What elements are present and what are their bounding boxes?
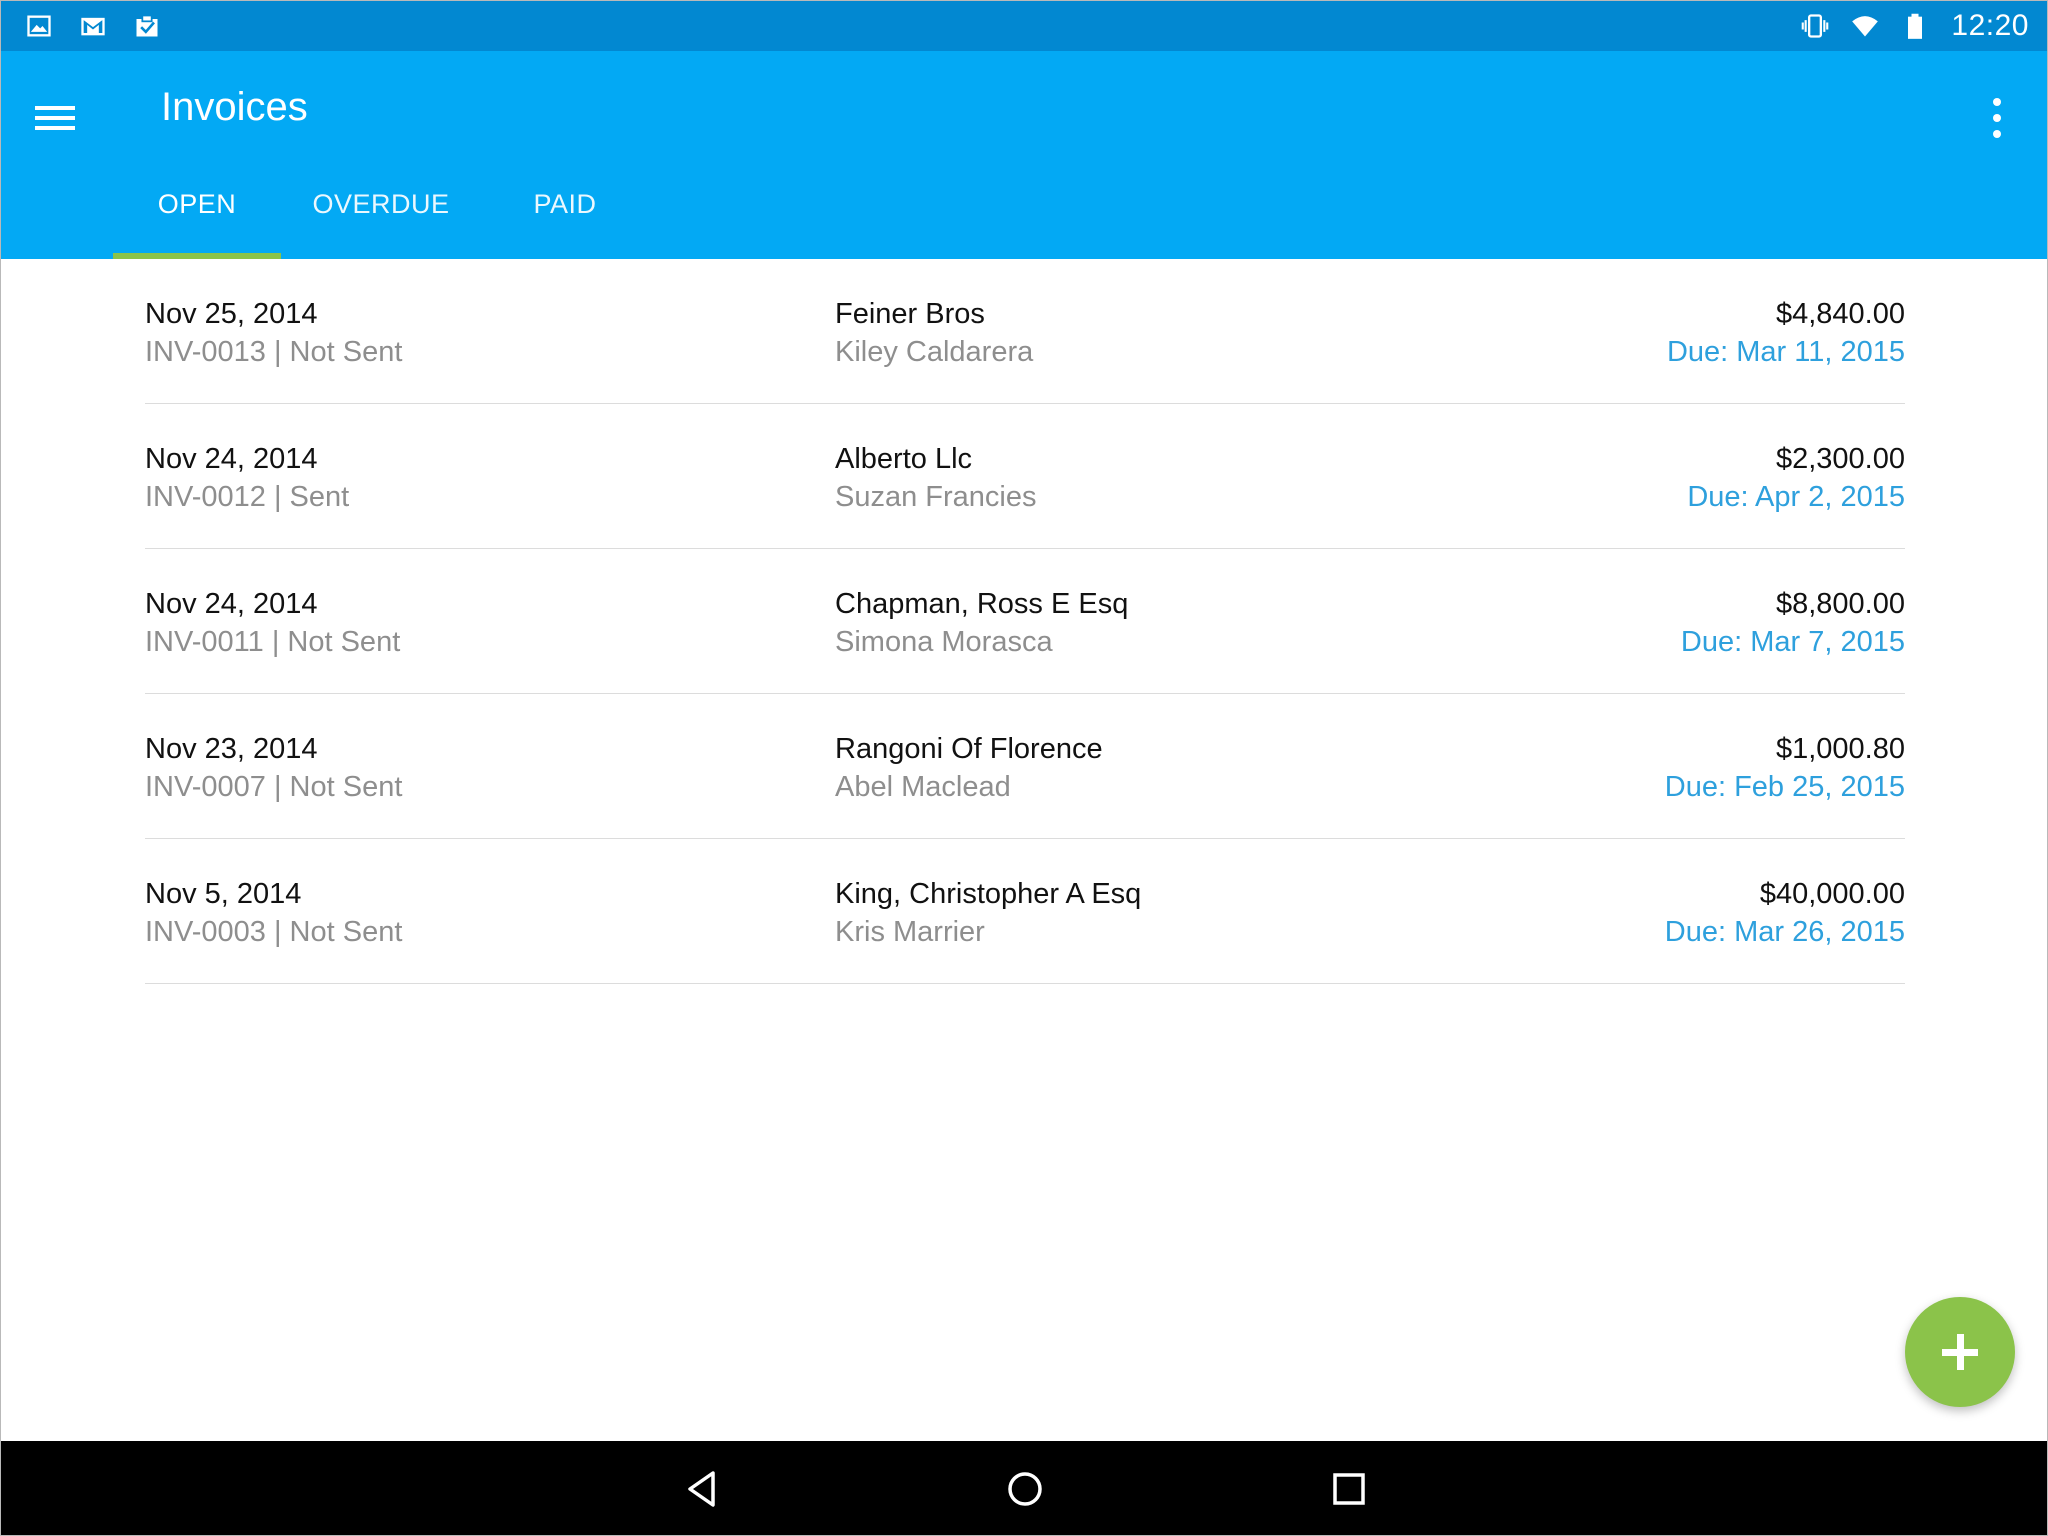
invoice-date: Nov 24, 2014 (145, 588, 318, 620)
invoice-due-date: Due: Mar 7, 2015 (1680, 626, 1905, 658)
tab-open[interactable]: OPEN (113, 149, 281, 259)
invoice-client-cell: Rangoni Of Florence Abel Maclead (835, 730, 1103, 806)
menu-button[interactable] (31, 93, 81, 143)
invoice-company: Rangoni Of Florence (835, 733, 1103, 765)
invoice-client-cell: Chapman, Ross E Esq Simona Morasca (835, 585, 1128, 661)
invoice-due-date: Due: Mar 26, 2015 (1664, 916, 1905, 948)
invoice-amount: $40,000.00 (1759, 878, 1905, 910)
invoice-company: Chapman, Ross E Esq (835, 588, 1129, 620)
invoice-number-status: INV-0003 | Not Sent (145, 916, 403, 948)
vibrate-icon (1802, 14, 1829, 38)
invoice-client-cell: Alberto Llc Suzan Francies (835, 440, 1037, 516)
invoice-date: Nov 25, 2014 (145, 298, 318, 330)
tab-paid[interactable]: PAID (481, 149, 649, 259)
clipboard-check-icon (136, 14, 158, 37)
invoice-date: Nov 24, 2014 (145, 443, 318, 475)
invoice-row[interactable]: Nov 24, 2014 INV-0011 | Not Sent Chapman… (145, 549, 1905, 694)
invoice-due-date: Due: Mar 11, 2015 (1666, 336, 1905, 368)
invoice-company: Alberto Llc (835, 443, 973, 475)
invoice-due-date: Due: Feb 25, 2015 (1664, 771, 1905, 803)
invoice-row[interactable]: Nov 25, 2014 INV-0013 | Not Sent Feiner … (145, 259, 1905, 404)
home-icon[interactable] (1000, 1464, 1050, 1514)
invoice-contact: Suzan Francies (835, 481, 1037, 513)
invoice-date-cell: Nov 24, 2014 INV-0012 | Sent (145, 440, 349, 516)
invoice-contact: Simona Morasca (835, 626, 1053, 658)
back-icon[interactable] (677, 1464, 727, 1514)
invoice-client-cell: King, Christopher A Esq Kris Marrier (835, 875, 1141, 951)
invoice-amount-cell: $1,000.80 Due: Feb 25, 2015 (1665, 730, 1905, 806)
invoice-amount-cell: $4,840.00 Due: Mar 11, 2015 (1667, 295, 1905, 371)
invoice-date-cell: Nov 23, 2014 INV-0007 | Not Sent (145, 730, 402, 806)
invoice-amount-cell: $8,800.00 Due: Mar 7, 2015 (1681, 585, 1905, 661)
invoice-client-cell: Feiner Bros Kiley Caldarera (835, 295, 1033, 371)
invoice-amount: $2,300.00 (1775, 443, 1905, 475)
recents-icon[interactable] (1324, 1464, 1374, 1514)
invoice-list: Nov 25, 2014 INV-0013 | Not Sent Feiner … (145, 259, 1905, 984)
add-invoice-button[interactable] (1905, 1297, 2015, 1407)
invoice-number-status: INV-0007 | Not Sent (145, 771, 403, 803)
overflow-menu-button[interactable] (1987, 93, 2007, 143)
notification-icons (1, 12, 161, 40)
page-title: Invoices (161, 85, 308, 129)
invoice-date-cell: Nov 25, 2014 INV-0013 | Not Sent (145, 295, 402, 371)
tab-bar: OPEN OVERDUE PAID (113, 149, 649, 259)
invoice-row[interactable]: Nov 24, 2014 INV-0012 | Sent Alberto Llc… (145, 404, 1905, 549)
hamburger-icon (35, 106, 75, 110)
invoice-date: Nov 5, 2014 (145, 878, 302, 910)
app-bar: Invoices OPEN OVERDUE PAID (1, 51, 2047, 259)
invoice-amount: $8,800.00 (1775, 588, 1905, 620)
app-frame: 12:20 Invoices OPEN OVERDUE PAID Nov 25,… (0, 0, 2048, 1536)
invoice-date-cell: Nov 24, 2014 INV-0011 | Not Sent (145, 585, 400, 661)
invoice-amount: $1,000.80 (1775, 733, 1905, 765)
invoice-row[interactable]: Nov 23, 2014 INV-0007 | Not Sent Rangoni… (145, 694, 1905, 839)
invoice-amount-cell: $40,000.00 Due: Mar 26, 2015 (1665, 875, 1905, 951)
invoice-date: Nov 23, 2014 (145, 733, 318, 765)
invoice-company: Feiner Bros (835, 298, 985, 330)
navigation-bar (1, 1441, 2047, 1535)
battery-icon (1908, 13, 1923, 39)
image-icon (27, 15, 51, 37)
invoice-row[interactable]: Nov 5, 2014 INV-0003 | Not Sent King, Ch… (145, 839, 1905, 984)
invoice-date-cell: Nov 5, 2014 INV-0003 | Not Sent (145, 875, 402, 951)
invoice-contact: Kris Marrier (835, 916, 985, 948)
gmail-icon (81, 17, 105, 36)
invoice-due-date: Due: Apr 2, 2015 (1687, 481, 1905, 513)
system-icons: 12:20 (1801, 9, 2047, 43)
invoice-amount: $4,840.00 (1775, 298, 1905, 330)
invoice-contact: Abel Maclead (835, 771, 1011, 803)
invoice-company: King, Christopher A Esq (835, 878, 1142, 910)
invoice-contact: Kiley Caldarera (835, 336, 1034, 368)
more-vert-icon (1993, 98, 2001, 106)
invoice-number-status: INV-0013 | Not Sent (145, 336, 403, 368)
invoice-amount-cell: $2,300.00 Due: Apr 2, 2015 (1687, 440, 1905, 516)
wifi-icon (1852, 16, 1879, 37)
tab-overdue[interactable]: OVERDUE (281, 149, 481, 259)
invoice-number-status: INV-0012 | Sent (145, 481, 350, 513)
status-clock: 12:20 (1951, 9, 2029, 42)
invoice-number-status: INV-0011 | Not Sent (145, 626, 401, 658)
status-bar: 12:20 (1, 1, 2047, 51)
